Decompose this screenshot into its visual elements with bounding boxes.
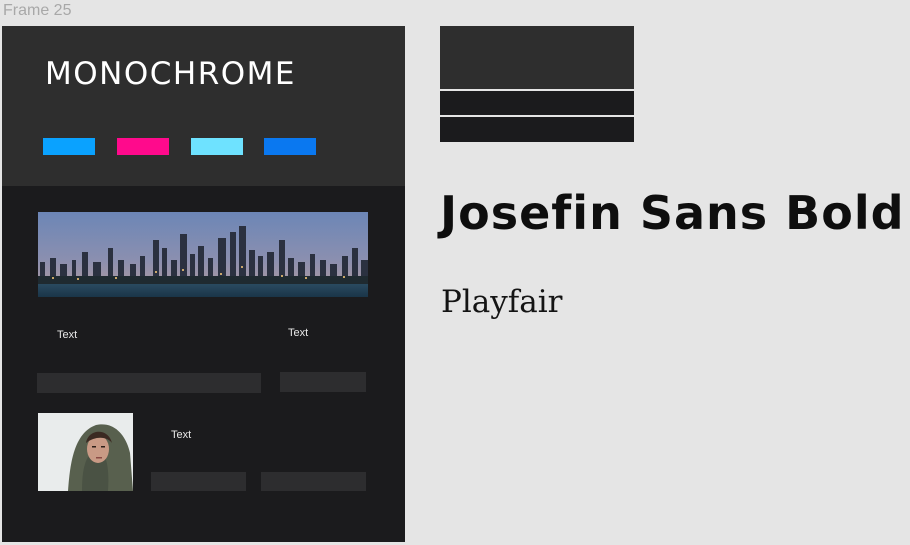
color-block-near-black-2[interactable]: [440, 117, 634, 142]
brand-title: MONOCHROME: [45, 56, 296, 92]
color-block-charcoal[interactable]: [440, 26, 634, 89]
color-block-near-black-1[interactable]: [440, 91, 634, 115]
portrait-image: [38, 413, 133, 491]
palette-swatch-sky-blue: [43, 138, 95, 155]
palette-swatch-light-cyan: [191, 138, 243, 155]
heading-font-sample[interactable]: Josefin Sans Bold: [440, 186, 905, 240]
palette-swatch-royal-blue: [264, 138, 316, 155]
placeholder-bar-portrait-right: [261, 472, 366, 491]
text-left: Text: [57, 329, 78, 341]
placeholder-bar-portrait-left: [151, 472, 246, 491]
monochrome-mockup-frame[interactable]: MONOCHROME Text Text Text: [2, 26, 405, 542]
palette-swatch-hot-pink: [117, 138, 169, 155]
placeholder-bar-wide: [37, 373, 261, 393]
text-portrait: Text: [171, 429, 192, 441]
body-font-sample[interactable]: Playfair: [441, 284, 562, 320]
text-right: Text: [288, 327, 309, 339]
hero-skyline-image: [38, 212, 368, 297]
frame-label[interactable]: Frame 25: [3, 2, 71, 20]
mockup-header: MONOCHROME: [2, 26, 405, 186]
placeholder-bar-short: [280, 372, 366, 392]
